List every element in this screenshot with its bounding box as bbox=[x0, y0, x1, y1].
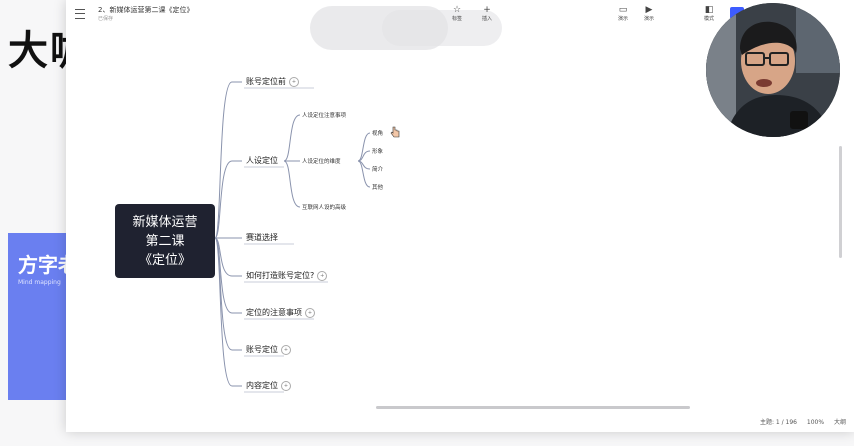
leaf-node[interactable]: 简介 bbox=[372, 165, 383, 173]
document-title[interactable]: 2、新媒体运营第二课《定位》 bbox=[98, 5, 193, 15]
root-line-3: 《定位》 bbox=[138, 253, 191, 268]
horizontal-scrollbar[interactable] bbox=[376, 406, 690, 409]
root-line-2: 第二课 bbox=[145, 234, 185, 249]
branch-node[interactable]: 如何打造账号定位? + bbox=[246, 270, 328, 281]
theme-icon: ◧ bbox=[704, 5, 714, 15]
branch-node[interactable]: 账号定位 + bbox=[246, 344, 291, 355]
vertical-scrollbar[interactable] bbox=[839, 146, 842, 258]
save-status: 已保存 bbox=[98, 16, 114, 22]
webcam-overlay bbox=[706, 3, 840, 137]
collapse-icon[interactable]: + bbox=[305, 307, 315, 318]
root-node[interactable]: 新媒体运营 第二课 《定位》 bbox=[115, 204, 215, 278]
present-icon: ▭ bbox=[618, 5, 628, 15]
branch-node[interactable]: 赛道选择 bbox=[246, 232, 278, 243]
toolbar-tag-button[interactable]: ☆ 标签 bbox=[444, 5, 470, 22]
toolbar-mode-button[interactable]: ◧ 模式 bbox=[696, 5, 722, 22]
collapse-icon[interactable]: + bbox=[281, 344, 291, 355]
branch-node[interactable]: 内容定位 + bbox=[246, 380, 291, 391]
toolbar-play-button[interactable]: ▶ 演示 bbox=[636, 5, 662, 22]
collapse-icon[interactable]: + bbox=[317, 270, 328, 281]
sub-node[interactable]: 人设定位注意事项 bbox=[302, 111, 346, 119]
sub-node[interactable]: 互联网人设的高级 bbox=[302, 203, 346, 211]
leaf-node[interactable]: 形象 bbox=[372, 147, 383, 155]
toolbar-present-button[interactable]: ▭ 演示 bbox=[610, 5, 636, 22]
hand-cursor-icon bbox=[390, 126, 400, 138]
star-icon: ☆ bbox=[452, 5, 462, 15]
branch-node[interactable]: 人设定位 bbox=[246, 155, 278, 166]
root-line-1: 新媒体运营 bbox=[132, 215, 198, 230]
topic-count: 主题: 1 / 196 bbox=[759, 419, 797, 426]
zoom-level[interactable]: 100% bbox=[807, 419, 824, 426]
collapse-icon[interactable]: + bbox=[281, 380, 291, 391]
play-icon: ▶ bbox=[645, 5, 653, 15]
presenter-avatar bbox=[706, 3, 840, 137]
status-bar: 主题: 1 / 196 100% 大纲 bbox=[752, 417, 846, 426]
branch-node[interactable]: 账号定位前 + bbox=[246, 76, 299, 87]
leaf-node[interactable]: 视角 bbox=[372, 129, 383, 137]
branch-node[interactable]: 定位的注意事项 + bbox=[246, 307, 315, 318]
menu-icon[interactable] bbox=[75, 9, 85, 19]
plus-icon: + bbox=[483, 5, 491, 15]
presenter-subtitle: Mind mapping bbox=[18, 279, 61, 286]
sub-node[interactable]: 人设定位的维度 bbox=[302, 157, 341, 165]
collapse-icon[interactable]: + bbox=[289, 76, 299, 87]
leaf-node[interactable]: 其他 bbox=[372, 183, 383, 191]
toolbar-insert-button[interactable]: + 插入 bbox=[474, 5, 500, 22]
outline-toggle[interactable]: 大纲 bbox=[834, 419, 846, 426]
